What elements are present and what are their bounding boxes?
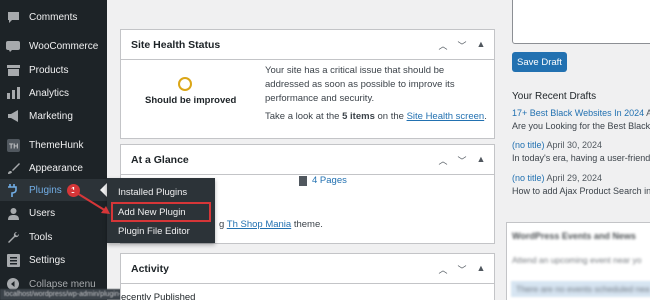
events-news-widget: WordPress Events and News Attend an upco… [506, 222, 650, 300]
draft-title-link[interactable]: 17+ Best Black Websites In 2024 [512, 108, 644, 118]
submenu-add-new-plugin[interactable]: Add New Plugin [118, 207, 186, 218]
pages-count-label: 4 Pages [312, 175, 347, 186]
health-status-label: Should be improved [145, 95, 237, 106]
draft-excerpt: How to add Ajax Product Search in [512, 186, 650, 196]
comment-icon [6, 10, 20, 24]
widget-title: Activity [131, 262, 169, 275]
theme-info: g Th Shop Mania theme. [219, 219, 323, 230]
draft-content-textarea[interactable] [512, 0, 650, 44]
draft-title-link[interactable]: (no title) [512, 173, 545, 183]
site-health-link[interactable]: Site Health screen [407, 111, 485, 122]
analytics-icon [6, 86, 20, 100]
widget-title: Site Health Status [131, 38, 221, 51]
events-title: WordPress Events and News [512, 231, 636, 241]
widget-header: Activity ︿ ﹀ ▲ [121, 254, 494, 284]
toggle-panel-icon[interactable]: ▲ [476, 263, 486, 276]
widget-controls: ︿ ﹀ ▲ [438, 154, 486, 167]
submenu-installed-plugins[interactable]: Installed Plugins [118, 187, 187, 198]
sidebar-item-label: Products [29, 64, 69, 76]
recent-drafts-title: Your Recent Drafts [512, 91, 597, 102]
recently-published-heading: ecently Published [121, 292, 196, 300]
widget-controls: ︿ ﹀ ▲ [438, 263, 486, 276]
sidebar-item-label: Analytics [29, 87, 70, 99]
save-draft-button[interactable]: Save Draft [512, 52, 567, 72]
sidebar-item-products[interactable]: Products [0, 59, 107, 81]
sidebar-item-label: Settings [29, 254, 66, 266]
toggle-panel-icon[interactable]: ▲ [476, 39, 486, 52]
plug-icon [6, 183, 20, 197]
draft-item: (no title) April 30, 2024 [512, 140, 602, 150]
sidebar-item-label: Comments [29, 11, 78, 23]
themehunk-icon: TH [6, 138, 20, 152]
settings-icon [6, 253, 20, 267]
theme-link[interactable]: Th Shop Mania [227, 219, 291, 230]
sidebar-item-label: Marketing [29, 110, 73, 122]
toggle-panel-icon[interactable]: ▲ [476, 154, 486, 167]
issue-count: 5 items [342, 111, 375, 122]
sidebar-item-appearance[interactable]: Appearance [0, 157, 107, 179]
health-look-text: Take a look at the 5 items on the Site H… [265, 111, 487, 122]
sidebar-item-woocommerce[interactable]: WooCommerce [0, 35, 107, 57]
products-icon [6, 63, 20, 77]
draft-date: April 29, 2024 [544, 173, 603, 183]
move-down-icon[interactable]: ﹀ [457, 39, 467, 52]
sidebar-item-label: Appearance [29, 162, 83, 174]
sidebar-item-marketing[interactable]: Marketing [0, 105, 107, 127]
user-icon [6, 206, 20, 220]
sidebar-item-analytics[interactable]: Analytics [0, 82, 107, 104]
sidebar-item-settings[interactable]: Settings [0, 249, 107, 271]
widget-title: At a Glance [131, 153, 189, 166]
move-up-icon[interactable]: ︿ [438, 154, 448, 167]
health-indicator-icon [178, 77, 192, 91]
megaphone-icon [6, 109, 20, 123]
wrench-icon [6, 230, 20, 244]
sidebar-item-tools[interactable]: Tools [0, 226, 107, 248]
health-message: Your site has a critical issue that shou… [265, 65, 455, 104]
sidebar-item-themehunk[interactable]: TH ThemeHunk [0, 134, 107, 156]
move-up-icon[interactable]: ︿ [438, 39, 448, 52]
sidebar-item-label: Collapse menu [29, 278, 96, 290]
sidebar-item-label: Tools [29, 231, 53, 243]
brush-icon [6, 161, 20, 175]
page-icon [299, 175, 307, 186]
draft-date: Ap [646, 108, 650, 118]
sidebar-item-label: Users [29, 207, 56, 219]
submenu-plugin-file-editor[interactable]: Plugin File Editor [118, 226, 190, 237]
move-down-icon[interactable]: ﹀ [457, 263, 467, 276]
draft-excerpt: Are you Looking for the Best Black “ [512, 121, 650, 131]
move-up-icon[interactable]: ︿ [438, 263, 448, 276]
svg-text:TH: TH [9, 143, 18, 150]
events-notice: There are no events scheduled nea [511, 281, 650, 297]
draft-excerpt: In today's era, having a user-friendl [512, 153, 650, 163]
draft-date: April 30, 2024 [544, 140, 603, 150]
woo-icon [6, 39, 20, 53]
draft-title-link[interactable]: (no title) [512, 140, 545, 150]
sidebar-item-label: ThemeHunk [29, 139, 84, 151]
sidebar-item-label: WooCommerce [29, 40, 99, 52]
plugins-flyout-menu: Installed Plugins Add New Plugin Plugin … [107, 178, 215, 243]
activity-widget: Activity ︿ ﹀ ▲ ecently Published [120, 253, 495, 300]
draft-item: (no title) April 29, 2024 [512, 173, 602, 183]
site-health-widget: Site Health Status ︿ ﹀ ▲ Should be impro… [120, 29, 495, 139]
move-down-icon[interactable]: ﹀ [457, 154, 467, 167]
widget-header: Site Health Status ︿ ﹀ ▲ [121, 30, 494, 60]
widget-header: At a Glance ︿ ﹀ ▲ [121, 145, 494, 175]
draft-item: 17+ Best Black Websites In 2024 Ap [512, 108, 650, 118]
admin-sidebar: Comments WooCommerce Products Analytics … [0, 0, 107, 300]
events-line: Attend an upcoming event near yo [512, 255, 642, 265]
browser-status-url: localhost/wordpress/wp-admin/plugin-inst… [0, 289, 130, 300]
annotation-arrow [71, 189, 110, 214]
sidebar-item-comments[interactable]: Comments [0, 6, 107, 28]
sidebar-item-label: Plugins [29, 184, 62, 196]
widget-controls: ︿ ﹀ ▲ [438, 39, 486, 52]
pages-count-link[interactable]: 4 Pages [299, 175, 347, 186]
